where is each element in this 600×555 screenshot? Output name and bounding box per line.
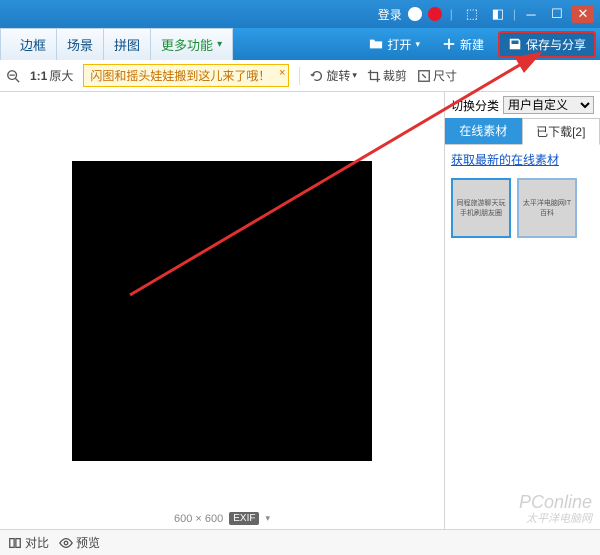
open-button[interactable]: 打开▾ — [361, 33, 428, 56]
zoom-ratio[interactable]: 1:1 原大 — [30, 67, 73, 84]
folder-icon — [369, 37, 383, 51]
separator — [299, 67, 300, 85]
sidebar: 切换分类 用户自定义 在线素材 已下载[2] 获取最新的在线素材 同程旅游聊天玩… — [444, 92, 600, 529]
compare-button[interactable]: 对比 — [8, 534, 49, 551]
skin-icon[interactable]: ◧ — [487, 5, 509, 23]
sidebar-tabs: 在线素材 已下载[2] — [445, 118, 600, 145]
thumbnail-item[interactable]: 同程旅游聊天玩手机刷朋友圈 — [451, 178, 511, 238]
save-share-button[interactable]: 保存与分享 — [498, 31, 596, 58]
crop-button[interactable]: 裁剪 — [367, 67, 407, 84]
preview-icon — [59, 536, 73, 550]
notice-banner: 闪图和摇头娃娃搬到这儿来了哦！ × — [83, 64, 289, 87]
maximize-button[interactable]: ☐ — [546, 5, 568, 23]
zoom-out-icon — [6, 69, 20, 83]
category-selector: 切换分类 用户自定义 — [445, 92, 600, 118]
save-icon — [508, 37, 522, 51]
canvas-image — [72, 161, 372, 461]
login-area[interactable]: 登录 — [378, 6, 442, 23]
plus-icon — [442, 37, 456, 51]
weibo-icon[interactable] — [428, 7, 442, 21]
main-toolbar: 边框 场景 拼图 更多功能 打开▾ 新建 保存与分享 — [0, 28, 600, 60]
size-button[interactable]: 尺寸 — [417, 67, 457, 84]
main-actions: 打开▾ 新建 保存与分享 — [361, 31, 600, 58]
tab-online-materials[interactable]: 在线素材 — [445, 118, 522, 144]
edit-toolbar: 1:1 原大 闪图和摇头娃娃搬到这儿来了哦！ × 旋转▾ 裁剪 尺寸 — [0, 60, 600, 92]
statusbar: 对比 预览 — [0, 529, 600, 555]
size-icon — [417, 69, 431, 83]
tab-border[interactable]: 边框 — [10, 28, 57, 60]
fetch-materials-link[interactable]: 获取最新的在线素材 — [451, 153, 559, 167]
login-label: 登录 — [378, 6, 402, 23]
canvas-dimensions: 600 × 600 EXIF ▾ — [174, 512, 270, 525]
thumbnail-grid: 同程旅游聊天玩手机刷朋友圈 太平洋电脑网IT百科 — [445, 174, 600, 242]
tab-more[interactable]: 更多功能 — [151, 28, 233, 60]
qq-icon[interactable] — [408, 7, 422, 21]
fetch-materials-link-row: 获取最新的在线素材 — [445, 145, 600, 174]
thumbnail-item[interactable]: 太平洋电脑网IT百科 — [517, 178, 577, 238]
tab-puzzle[interactable]: 拼图 — [104, 28, 151, 60]
titlebar: 登录 | ⬚ ◧ | ─ ☐ ✕ — [0, 0, 600, 28]
crop-icon — [367, 69, 381, 83]
tab-downloaded[interactable]: 已下载[2] — [522, 118, 600, 145]
content-area: 600 × 600 EXIF ▾ 切换分类 用户自定义 在线素材 已下载[2] … — [0, 92, 600, 529]
compare-icon — [8, 536, 22, 550]
menu-icon[interactable]: ⬚ — [461, 5, 483, 23]
rotate-button[interactable]: 旋转▾ — [310, 67, 357, 84]
notice-text: 闪图和摇头娃娃搬到这儿来了哦！ — [90, 69, 270, 83]
preview-button[interactable]: 预览 — [59, 534, 100, 551]
rotate-icon — [310, 69, 324, 83]
notice-close-button[interactable]: × — [279, 67, 285, 79]
zoom-out-button[interactable] — [6, 69, 20, 83]
feature-tabs: 边框 场景 拼图 更多功能 — [0, 28, 233, 60]
close-button[interactable]: ✕ — [572, 5, 594, 23]
new-button[interactable]: 新建 — [434, 33, 492, 56]
exif-badge[interactable]: EXIF — [229, 512, 259, 525]
window-controls: ⬚ ◧ | ─ ☐ ✕ — [461, 5, 594, 23]
canvas-area[interactable]: 600 × 600 EXIF ▾ — [0, 92, 444, 529]
category-select[interactable]: 用户自定义 — [503, 96, 594, 114]
minimize-button[interactable]: ─ — [520, 5, 542, 23]
category-label: 切换分类 — [451, 97, 499, 114]
tab-scene[interactable]: 场景 — [57, 28, 104, 60]
